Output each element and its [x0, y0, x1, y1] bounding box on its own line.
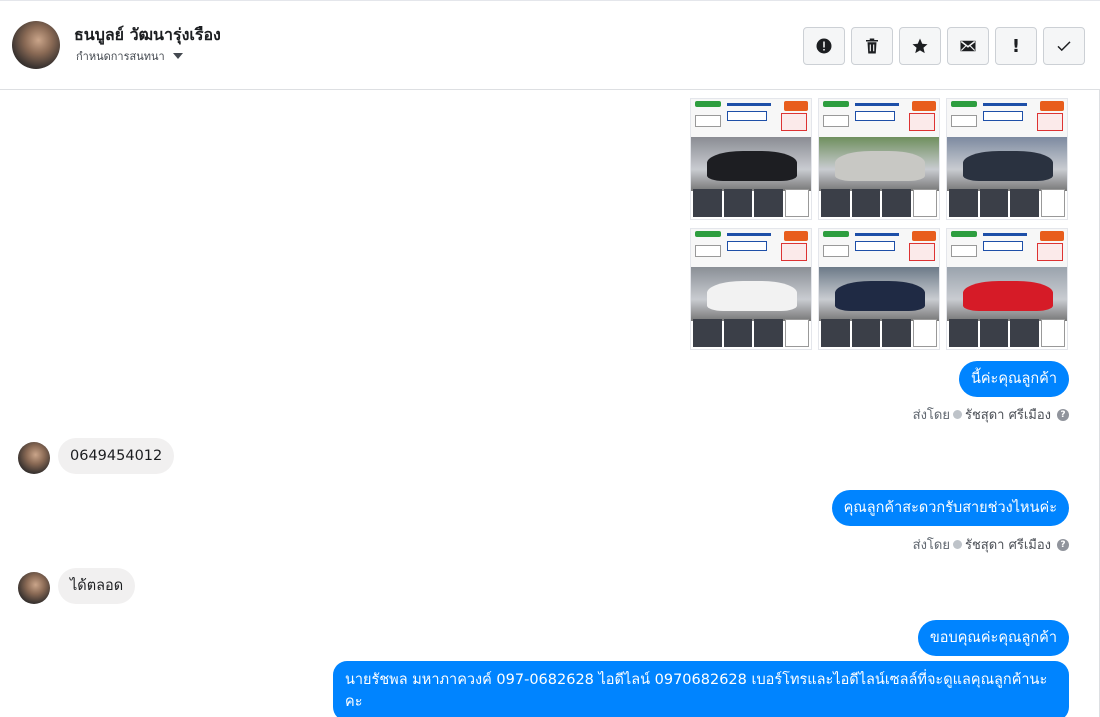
assign-conversation-label: กำหนดการสนทนา [76, 50, 165, 63]
listing-thumbnail-strip [949, 319, 1066, 347]
car-listing-photo[interactable] [818, 98, 940, 220]
outgoing-message[interactable]: ขอบคุณค่ะคุณลูกค้า [917, 620, 1069, 656]
assign-conversation-dropdown[interactable]: กำหนดการสนทนา [76, 47, 183, 65]
star-icon [912, 38, 928, 54]
checkmark-icon [1057, 41, 1071, 52]
contact-avatar-small[interactable] [18, 572, 50, 604]
listing-thumbnail-strip [821, 189, 938, 217]
agent-name[interactable]: รัชสุดา ศรีเมือง [965, 404, 1051, 425]
incoming-message[interactable]: 0649454012 [58, 438, 175, 474]
message-list[interactable]: นี้ค่ะคุณลูกค้า ส่งโดย รัชสุดา ศรีเมือง … [0, 90, 1100, 717]
car-image [963, 281, 1053, 311]
listing-thumbnail-strip [949, 189, 1066, 217]
listing-header-graphic [819, 229, 939, 267]
car-listing-photo[interactable] [690, 98, 812, 220]
outgoing-message[interactable]: นี้ค่ะคุณลูกค้า [958, 361, 1069, 397]
conversation-header: ธนบูลย์ วัฒนารุ่งเรือง กำหนดการสนทนา ! [0, 0, 1100, 90]
car-image [963, 151, 1053, 181]
car-image [707, 281, 797, 311]
car-image [835, 151, 925, 181]
sent-by-line: ส่งโดย รัชสุดา ศรีเมือง ? [913, 534, 1069, 555]
listing-thumbnail-strip [693, 189, 810, 217]
exclamation-icon: ! [1011, 35, 1021, 57]
listing-thumbnail-strip [693, 319, 810, 347]
verified-icon [952, 410, 962, 419]
car-listing-photo[interactable] [946, 228, 1068, 350]
agent-name[interactable]: รัชสุดา ศรีเมือง [965, 534, 1051, 555]
help-icon[interactable]: ? [1057, 538, 1069, 551]
contact-name[interactable]: ธนบูลย์ วัฒนารุ่งเรือง [74, 23, 221, 48]
listing-header-graphic [819, 99, 939, 137]
contact-avatar[interactable] [12, 21, 60, 69]
sent-by-label: ส่งโดย [912, 538, 950, 553]
outgoing-message[interactable]: นายรัชพล มหาภาควงค์ 097-0682628 ไอดีไลน์… [333, 661, 1069, 717]
car-image [835, 281, 925, 311]
alert-circle-icon [816, 38, 832, 54]
delete-button[interactable] [851, 27, 893, 65]
caret-down-icon [172, 53, 183, 59]
follow-up-button[interactable]: ! [995, 27, 1037, 65]
star-button[interactable] [899, 27, 941, 65]
outgoing-message[interactable]: คุณลูกค้าสะดวกรับสายช่วงไหนค่ะ [831, 490, 1069, 526]
envelope-icon [960, 40, 976, 52]
sent-by-line: ส่งโดย รัชสุดา ศรีเมือง ? [913, 404, 1069, 425]
sent-by-label: ส่งโดย [912, 408, 950, 423]
car-listing-photo[interactable] [818, 228, 940, 350]
listing-header-graphic [691, 99, 811, 137]
car-listing-photo[interactable] [690, 228, 812, 350]
trash-icon [866, 38, 878, 54]
contact-avatar-small[interactable] [18, 442, 50, 474]
done-button[interactable] [1043, 27, 1085, 65]
conversation-toolbar: ! [803, 27, 1085, 65]
help-icon[interactable]: ? [1057, 408, 1069, 421]
car-image [707, 151, 797, 181]
listing-header-graphic [947, 99, 1067, 137]
inbox-conversation-view: ธนบูลย์ วัฒนารุ่งเรือง กำหนดการสนทนา ! น… [0, 0, 1100, 717]
incoming-message[interactable]: ได้ตลอด [58, 568, 136, 604]
spam-button[interactable] [803, 27, 845, 65]
car-listing-photo[interactable] [946, 98, 1068, 220]
mark-unread-button[interactable] [947, 27, 989, 65]
listing-header-graphic [691, 229, 811, 267]
listing-header-graphic [947, 229, 1067, 267]
verified-icon [952, 540, 962, 549]
listing-thumbnail-strip [821, 319, 938, 347]
photo-attachment-grid [690, 98, 1068, 350]
